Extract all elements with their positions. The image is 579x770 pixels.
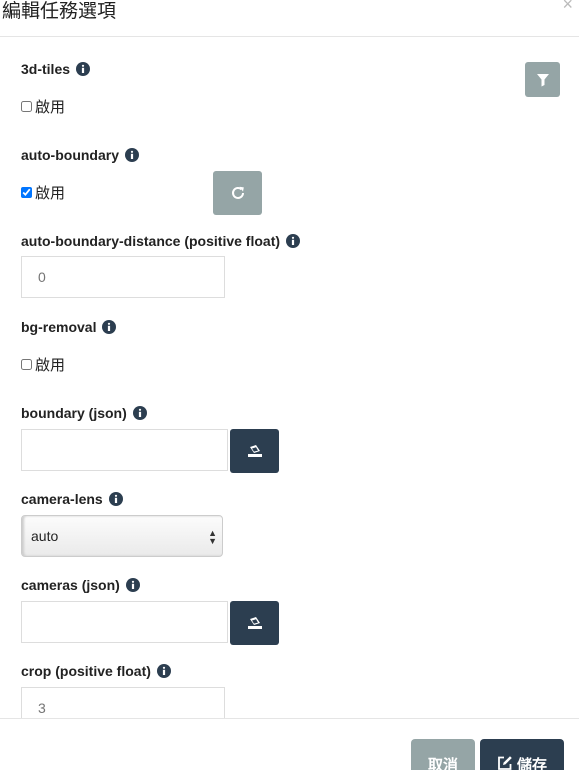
option-boundary: boundary (json)	[21, 404, 228, 471]
camera-lens-select[interactable]: auto ▲ ▼	[21, 515, 223, 557]
option-cameras: cameras (json)	[21, 576, 228, 643]
boundary-select-button[interactable]	[230, 429, 279, 473]
info-icon[interactable]	[76, 62, 91, 76]
option-auto-boundary: auto-boundary 啟用	[21, 146, 139, 202]
label-text: crop (positive float)	[21, 663, 151, 679]
info-icon[interactable]	[125, 578, 140, 592]
filter-button[interactable]	[525, 62, 560, 97]
option-crop: crop (positive float)	[21, 662, 225, 718]
checkbox-label: 啟用	[35, 98, 66, 116]
info-icon[interactable]	[132, 406, 147, 420]
save-button[interactable]: 儲存	[480, 739, 564, 770]
map-select-icon	[247, 445, 262, 457]
crop-input[interactable]	[21, 687, 225, 718]
cancel-button[interactable]: 取消	[411, 739, 475, 770]
checkbox-label: 啟用	[35, 356, 66, 374]
checkbox-row: 啟用	[21, 355, 116, 374]
checkbox-row: 啟用	[21, 183, 139, 202]
enable-checkbox-3d-tiles[interactable]	[21, 100, 32, 112]
filter-icon	[536, 73, 549, 86]
info-icon[interactable]	[125, 148, 139, 162]
info-icon[interactable]	[102, 320, 117, 334]
option-camera-lens: camera-lens auto ▲ ▼	[21, 490, 223, 557]
refresh-icon	[231, 186, 244, 199]
cameras-json-input[interactable]	[21, 601, 228, 643]
label-text: cameras (json)	[21, 577, 120, 593]
option-auto-boundary-distance: auto-boundary-distance (positive float)	[21, 232, 301, 298]
edit-icon	[498, 756, 512, 770]
info-icon[interactable]	[286, 234, 301, 248]
enable-checkbox-auto-boundary[interactable]	[21, 186, 32, 198]
option-label: camera-lens	[21, 490, 223, 508]
label-text: 3d-tiles	[21, 61, 71, 77]
info-icon[interactable]	[108, 492, 123, 506]
label-text: camera-lens	[21, 491, 103, 507]
map-select-icon	[247, 617, 262, 629]
selected-value: auto	[31, 528, 59, 544]
select-arrows-icon: ▲ ▼	[208, 528, 217, 546]
label-text: bg-removal	[21, 319, 97, 335]
label-text: boundary (json)	[21, 405, 127, 421]
save-label: 儲存	[516, 757, 547, 770]
option-3d-tiles: 3d-tiles 啟用	[21, 60, 91, 116]
cameras-select-button[interactable]	[230, 601, 279, 645]
enable-checkbox-bg-removal[interactable]	[21, 358, 32, 370]
auto-boundary-distance-input[interactable]	[21, 256, 225, 298]
label-text: auto-boundary-distance (positive float)	[21, 233, 281, 249]
checkbox-row: 啟用	[21, 97, 90, 116]
close-icon[interactable]: ×	[562, 0, 573, 14]
option-bg-removal: bg-removal 啟用	[21, 318, 117, 374]
checkbox-label: 啟用	[35, 184, 66, 202]
dialog-title: 編輯任務選項	[2, 1, 117, 22]
option-label: boundary (json)	[21, 404, 228, 422]
option-label: crop (positive float)	[21, 662, 225, 680]
option-label: cameras (json)	[21, 576, 228, 594]
dialog-header: 編輯任務選項 ×	[0, 0, 579, 37]
option-label: bg-removal	[21, 318, 117, 336]
refresh-button[interactable]	[213, 171, 262, 215]
boundary-json-input[interactable]	[21, 429, 228, 471]
dialog-footer: 取消 儲存	[0, 718, 579, 770]
option-label: auto-boundary-distance (positive float)	[21, 232, 301, 250]
option-label: 3d-tiles	[21, 60, 91, 78]
info-icon[interactable]	[156, 664, 171, 678]
dialog-body: 3d-tiles 啟用 auto-boundary 啟用 auto-bounda…	[0, 38, 579, 718]
option-label: auto-boundary	[21, 146, 139, 164]
label-text: auto-boundary	[21, 147, 119, 163]
cancel-label: 取消	[427, 757, 458, 770]
